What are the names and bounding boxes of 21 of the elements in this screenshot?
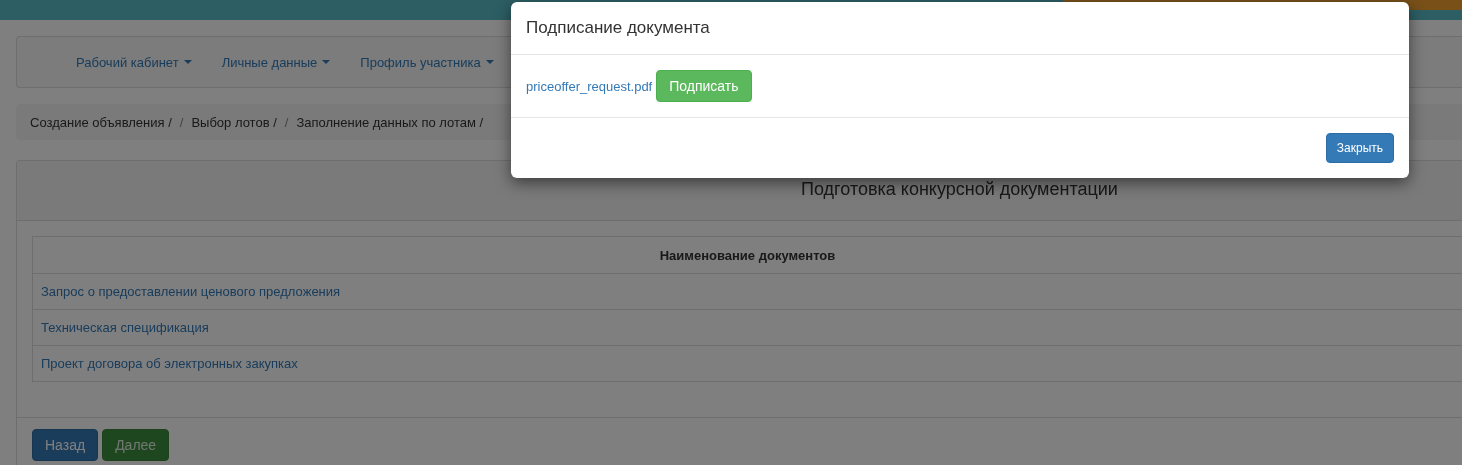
caret-icon: [183, 60, 192, 64]
sign-button[interactable]: Подписать: [656, 70, 752, 102]
document-link[interactable]: Техническая спецификация: [41, 320, 209, 335]
caret-icon: [322, 60, 331, 64]
nav-menu-item[interactable]: Рабочий кабинет: [61, 54, 207, 70]
document-link[interactable]: Проект договора об электронных закупках: [41, 356, 298, 371]
modal-title: Подписание документа: [526, 18, 710, 37]
back-button[interactable]: Назад: [32, 429, 99, 461]
close-button[interactable]: Закрыть: [1325, 133, 1394, 163]
breadcrumb-separator: /: [284, 114, 289, 130]
nav-menu-item[interactable]: Личные данные: [206, 54, 346, 70]
caret-icon: [485, 60, 494, 64]
file-link[interactable]: priceoffer_request.pdf: [526, 78, 653, 94]
nav-menu-item[interactable]: Профиль участника: [345, 54, 509, 70]
breadcrumb-separator: /: [179, 114, 184, 130]
breadcrumb-item[interactable]: Заполнение данных по лотам /: [296, 114, 484, 130]
document-link[interactable]: Запрос о предоставлении ценового предложения: [41, 284, 341, 299]
panel-title: Подготовка конкурсной документации: [801, 179, 1118, 200]
breadcrumb-item[interactable]: Создание объявления /: [30, 114, 172, 130]
breadcrumb-item[interactable]: Выбор лотов /: [191, 114, 277, 130]
column-header: Наименование документов: [32, 236, 1462, 274]
